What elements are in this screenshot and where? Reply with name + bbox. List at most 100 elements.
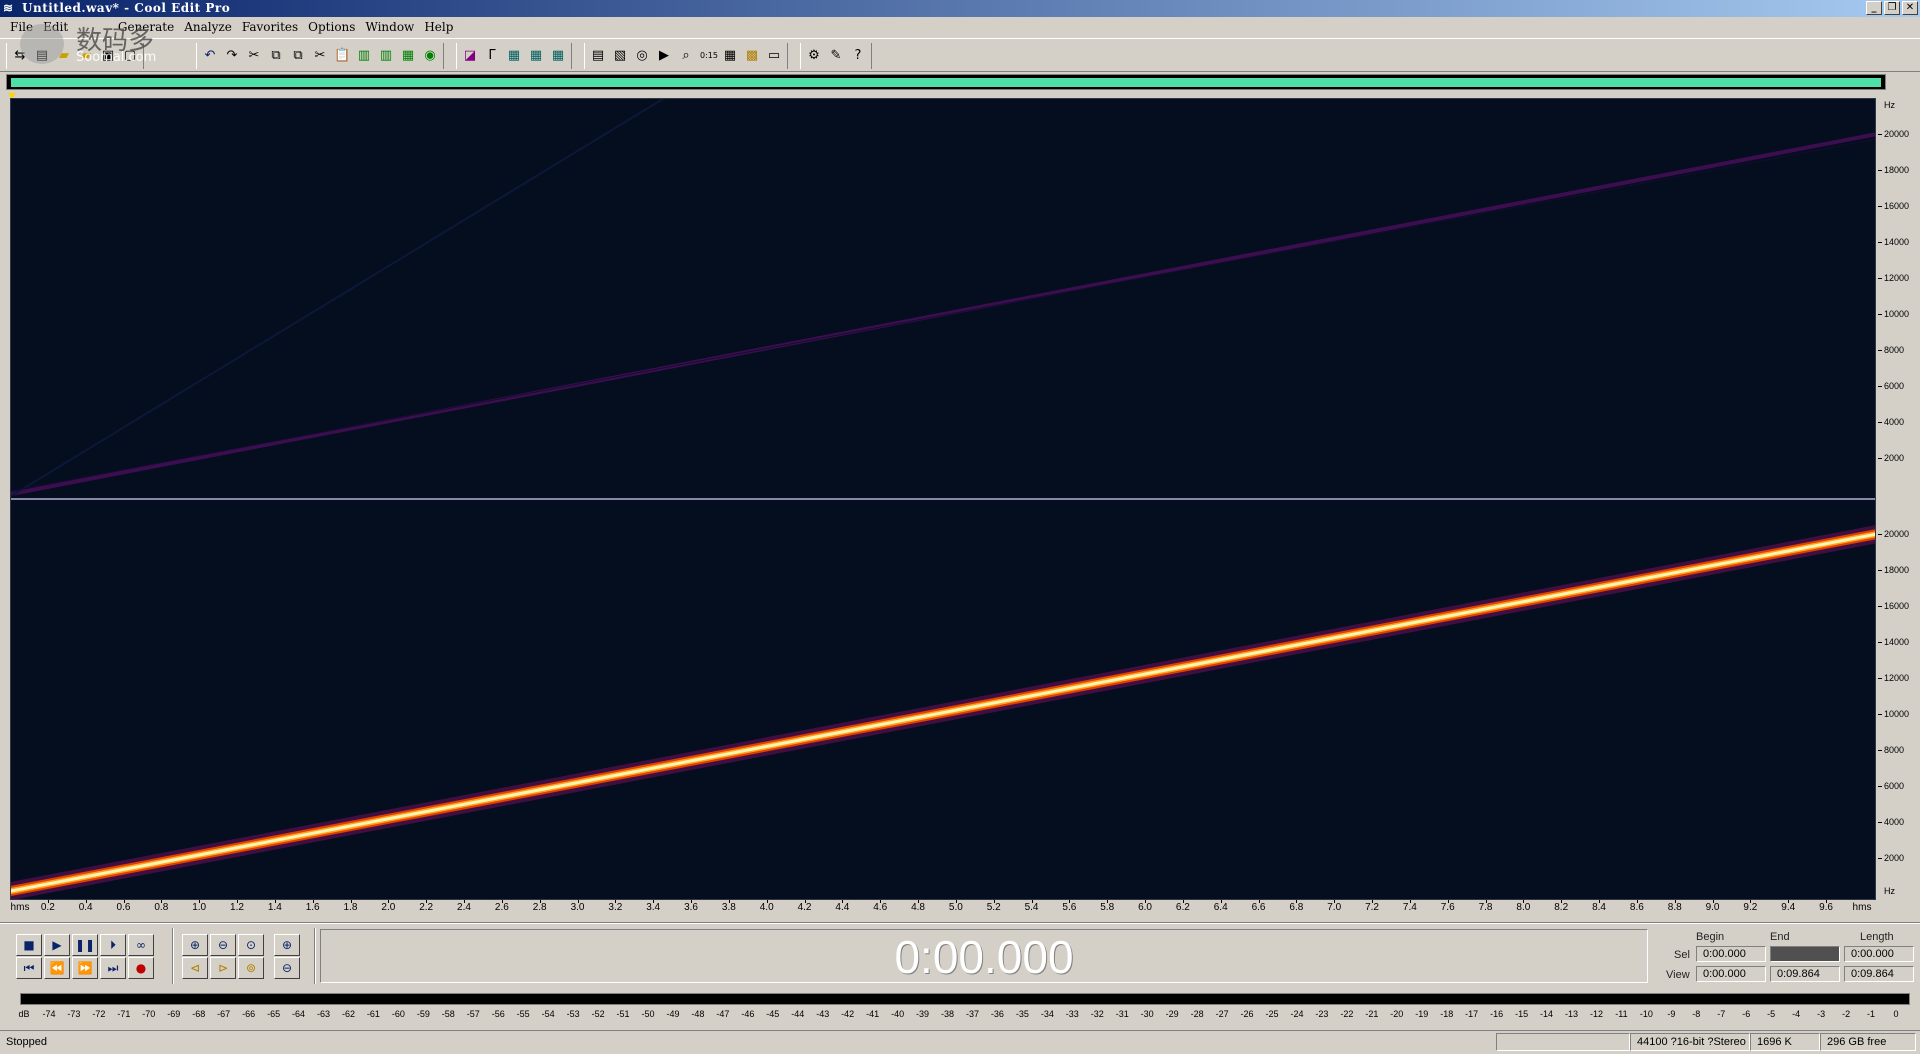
time-unit-label-end: hms <box>1852 902 1872 913</box>
meters-icon[interactable]: ▩ <box>741 44 763 68</box>
time-label: 7.0 <box>1327 902 1342 913</box>
play-list-icon[interactable]: ◎ <box>631 44 653 68</box>
menu-help[interactable]: Help <box>420 17 459 37</box>
undo-icon[interactable]: ↶ <box>199 44 221 68</box>
timecode-icon[interactable]: 0:15 <box>697 44 719 68</box>
play-to-end-icon[interactable]: ⏵ <box>100 934 126 956</box>
meter-label: -26 <box>1240 1009 1254 1019</box>
waveform-view-icon[interactable]: ◪ <box>459 44 481 68</box>
menu-analyze[interactable]: Analyze <box>180 17 238 37</box>
record-icon[interactable]: ● <box>128 957 154 979</box>
grid-icon[interactable]: ▦ <box>719 44 741 68</box>
stop-icon[interactable]: ■ <box>16 934 42 956</box>
time-label: 4.6 <box>873 902 888 913</box>
zoom-full-icon[interactable]: ⊙ <box>238 934 264 956</box>
meter-label: -61 <box>366 1009 380 1019</box>
zoom-out-horizontal-icon[interactable]: ⊖ <box>210 934 236 956</box>
toolbar-group-settings: ⚙ ✎ ? <box>800 43 872 69</box>
meter-label: -64 <box>292 1009 306 1019</box>
overview-bar[interactable] <box>6 74 1886 90</box>
fast-forward-icon[interactable]: ⏩ <box>72 957 98 979</box>
go-to-start-icon[interactable]: ⏮ <box>16 957 42 979</box>
go-to-end-icon[interactable]: ⏭ <box>100 957 126 979</box>
meter-label: -34 <box>1040 1009 1054 1019</box>
help-icon[interactable]: ? <box>847 44 869 68</box>
redo-icon[interactable]: ↷ <box>221 44 243 68</box>
view-end-field[interactable]: 0:09.864 <box>1770 966 1840 982</box>
meter-label: -17 <box>1465 1009 1479 1019</box>
menu-favorites[interactable]: Favorites <box>238 17 304 37</box>
time-label: 1.0 <box>192 902 207 913</box>
left-channel-icon[interactable]: ▦ <box>503 44 525 68</box>
meter-label: -69 <box>167 1009 181 1019</box>
sel-length-field[interactable]: 0:00.000 <box>1844 946 1914 962</box>
time-label: 6.0 <box>1138 902 1152 913</box>
meter-label: -70 <box>142 1009 156 1019</box>
pause-icon[interactable]: ❚❚ <box>72 934 98 956</box>
zoom-in-vertical-icon[interactable]: ⊕ <box>274 934 300 956</box>
time-label: 5.2 <box>986 902 1001 913</box>
right-channel-icon[interactable]: ▦ <box>525 44 547 68</box>
cue-list-icon[interactable]: ▧ <box>609 44 631 68</box>
mix-paste-icon[interactable]: ▥ <box>375 44 397 68</box>
zoom-out-vertical-icon[interactable]: ⊖ <box>274 957 300 979</box>
time-label: 0.2 <box>40 902 55 913</box>
delete-silence-icon[interactable]: ◉ <box>419 44 441 68</box>
zoom-in-horizontal-icon[interactable]: ⊕ <box>182 934 208 956</box>
paste-new-icon[interactable]: ▥ <box>353 44 375 68</box>
menu-options[interactable]: Options <box>304 17 361 37</box>
minimize-button[interactable]: _ <box>1866 1 1882 15</box>
zoom-left-icon[interactable]: ⊲ <box>182 957 208 979</box>
play-icon[interactable]: ▶ <box>44 934 70 956</box>
hz-label: 16000 <box>1884 201 1910 211</box>
zoom-right-icon[interactable]: ⊳ <box>210 957 236 979</box>
sel-begin-field[interactable]: 0:00.000 <box>1696 946 1766 962</box>
rewind-icon[interactable]: ⏪ <box>44 957 70 979</box>
meter-label: -62 <box>341 1009 355 1019</box>
meter-label: -53 <box>566 1009 580 1019</box>
spectral-view-icon[interactable]: Γ <box>481 44 503 68</box>
spectral-display[interactable] <box>10 98 1876 900</box>
meter-label: -13 <box>1565 1009 1579 1019</box>
meter-label: -50 <box>641 1009 655 1019</box>
script-icon[interactable]: ✎ <box>825 44 847 68</box>
main-toolbar: ⇆ ▤ ▰ ▰ ▣ ▢ ↶ ↷ ✂ ⧉ ⧉ ✂ 📋 ▥ ▥ ▦ ◉ ◪ Γ ▦ … <box>0 38 1920 72</box>
blank-tool-icon[interactable]: ▭ <box>763 44 785 68</box>
meter-label: -57 <box>466 1009 480 1019</box>
view-length-field[interactable]: 0:09.864 <box>1844 966 1914 982</box>
close-button[interactable]: ✕ <box>1902 1 1918 15</box>
frequency-ruler[interactable]: Hz 20000 18000 16000 14000 12000 10000 8… <box>1878 98 1920 900</box>
both-channels-icon[interactable]: ▦ <box>547 44 569 68</box>
meter-label: -68 <box>192 1009 206 1019</box>
level-meter[interactable]: dB -74 -73 -72 -71 -70 -69 -68 -67 -66 -65 -64 -63 -6… <box>12 990 1918 1024</box>
menu-window[interactable]: Window <box>361 17 420 37</box>
view-begin-field[interactable]: 0:00.000 <box>1696 966 1766 982</box>
hz-label: 14000 <box>1884 237 1910 247</box>
zoom-selection-icon[interactable]: ⊚ <box>238 957 264 979</box>
sel-end-field[interactable] <box>1770 946 1840 962</box>
trim-icon[interactable]: ▦ <box>397 44 419 68</box>
time-ruler[interactable]: hms hms 0.2 0.4 0.6 0.8 1.0 1.2 1.4 1.6 1.8 2.0 2.… <box>0 900 1880 916</box>
copy-new-icon[interactable]: ⧉ <box>287 44 309 68</box>
app-waveform-icon[interactable]: ≋ <box>3 2 19 15</box>
meter-label: -25 <box>1265 1009 1279 1019</box>
info-panel-icon[interactable]: ▤ <box>587 44 609 68</box>
meter-label: -14 <box>1540 1009 1554 1019</box>
copy-icon[interactable]: ⧉ <box>265 44 287 68</box>
overview-visible-range[interactable] <box>11 78 1881 87</box>
restore-button[interactable]: ❐ <box>1884 1 1900 15</box>
meter-label: -48 <box>691 1009 705 1019</box>
cut-icon[interactable]: ✂ <box>309 44 331 68</box>
paste-icon[interactable]: 📋 <box>331 44 353 68</box>
view-label: View <box>1666 969 1690 981</box>
time-label: 1.8 <box>343 902 358 913</box>
meter-label: -52 <box>591 1009 605 1019</box>
loop-icon[interactable]: ∞ <box>128 934 154 956</box>
meter-label: -18 <box>1440 1009 1454 1019</box>
window-title: Untitled.wav* - Cool Edit Pro <box>22 1 231 15</box>
settings-icon[interactable]: ⚙ <box>803 44 825 68</box>
meter-label: -72 <box>92 1009 106 1019</box>
find-icon[interactable]: ⌕ <box>675 44 697 68</box>
scrub-icon[interactable]: ▶ <box>653 44 675 68</box>
repeat-icon[interactable]: ✂ <box>243 44 265 68</box>
